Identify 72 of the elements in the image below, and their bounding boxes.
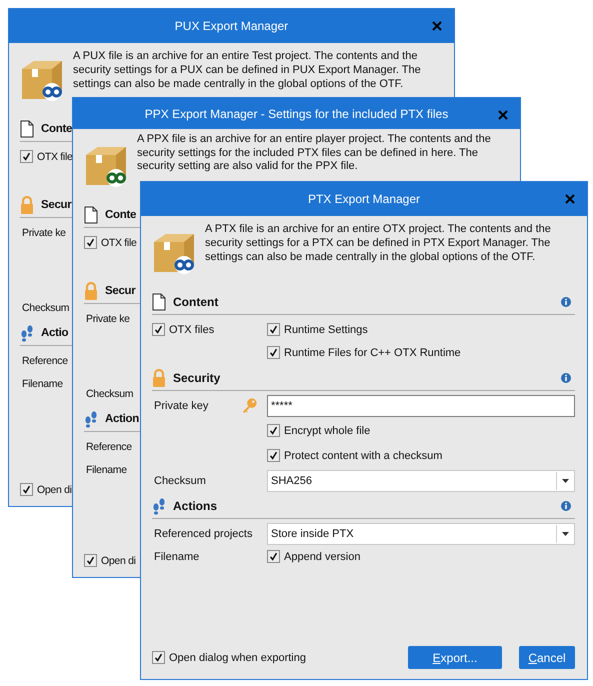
- field-label: Private key: [153, 400, 208, 412]
- section-title: Actions: [173, 499, 218, 513]
- checkbox[interactable]: Open di: [20, 483, 72, 496]
- checkmark-icon: [21, 484, 32, 495]
- info-icon[interactable]: [561, 373, 571, 383]
- field-label: Filename: [153, 550, 200, 562]
- checkbox[interactable]: Open di: [84, 554, 136, 567]
- field-label: Reference: [85, 440, 132, 452]
- section-title: Action: [105, 413, 139, 425]
- field-label: Referenced projects: [153, 528, 252, 540]
- info-icon[interactable]: [561, 297, 571, 307]
- close-icon[interactable]: [498, 110, 508, 120]
- dialog-button[interactable]: Export...: [408, 646, 502, 669]
- checkmark-icon: [21, 151, 32, 162]
- window-title: PUX Export Manager: [174, 19, 288, 33]
- close-icon[interactable]: [432, 21, 442, 31]
- footprints-icon: [84, 410, 98, 428]
- section-title: Conte: [41, 123, 72, 135]
- checkbox[interactable]: OTX files: [152, 323, 214, 336]
- checkmark-icon: [268, 324, 279, 335]
- dropdown[interactable]: SHA256: [267, 470, 575, 492]
- field-label: Private ke: [21, 226, 66, 238]
- key-icon: [241, 397, 258, 414]
- section-title: Conte: [105, 209, 136, 221]
- checkbox[interactable]: Runtime Files for C++ OTX Runtime: [267, 346, 461, 359]
- section-title: Secur: [105, 285, 136, 297]
- document-icon: [20, 120, 34, 138]
- checkmark-icon: [85, 237, 96, 248]
- field-label: Filename: [21, 378, 63, 390]
- field-label: Checksum: [21, 302, 70, 314]
- checkmark-icon: [268, 425, 279, 436]
- dropdown[interactable]: Store inside PTX: [267, 522, 575, 544]
- padlock-icon: [20, 196, 34, 214]
- checkmark-icon: [268, 551, 279, 562]
- field-label: Filename: [85, 464, 127, 476]
- checkbox[interactable]: Open dialog when exporting: [152, 651, 306, 664]
- checkbox[interactable]: Append version: [267, 550, 360, 563]
- section-title: Actio: [41, 327, 68, 339]
- info-icon[interactable]: [561, 501, 571, 511]
- checkbox[interactable]: Protect content with a checksum: [267, 449, 442, 462]
- checkbox[interactable]: OTX file: [84, 236, 137, 249]
- window-title: PTX Export Manager: [308, 192, 420, 206]
- field-label: Checksum: [153, 474, 206, 486]
- document-icon: [84, 206, 98, 224]
- field-label: Checksum: [85, 388, 134, 400]
- section-title: Secur: [41, 199, 72, 211]
- padlock-icon: [84, 282, 98, 300]
- checkmark-icon: [153, 652, 164, 663]
- footprints-icon: [20, 324, 34, 342]
- dialog-button[interactable]: Cancel: [519, 646, 575, 669]
- caret-icon: [562, 532, 568, 536]
- checkbox[interactable]: Runtime Settings: [267, 323, 368, 336]
- password-field[interactable]: *****: [267, 394, 575, 416]
- checkmark-icon: [268, 347, 279, 358]
- close-icon[interactable]: [565, 194, 575, 204]
- window-title: PPX Export Manager - Settings for the included PTX files: [144, 106, 448, 120]
- description-text: A PUX file is an archive for an entire Test project. The contents and the security settings for a PUX can be defined in PUX Export Manager. The settings can also be made centrally in the global options of the OTF.: [73, 49, 421, 91]
- padlock-icon: [152, 369, 166, 387]
- checkbox[interactable]: Encrypt whole file: [267, 424, 370, 437]
- description-text: A PPX file is an archive for an entire player project. The contents and the security settings for the included PTX files can be defined in here. The security setting are also valid for the PPX file.: [137, 133, 491, 174]
- field-label: Private ke: [85, 312, 130, 324]
- document-icon: [152, 293, 166, 311]
- description-text: A PTX file is an archive for an entire OTX project. The contents and the security settings for a PTX can be defined in PTX Export Manager. The settings can also be made centrally in the global options of the OTF.: [205, 222, 551, 264]
- section-title: Content: [173, 295, 218, 309]
- section-title: Security: [173, 371, 220, 385]
- field-label: Reference: [21, 354, 68, 366]
- checkmark-icon: [85, 555, 96, 566]
- footprints-icon: [152, 497, 166, 515]
- checkmark-icon: [268, 450, 279, 461]
- checkmark-icon: [153, 324, 164, 335]
- checkbox[interactable]: OTX file: [20, 150, 73, 163]
- caret-icon: [562, 478, 568, 482]
